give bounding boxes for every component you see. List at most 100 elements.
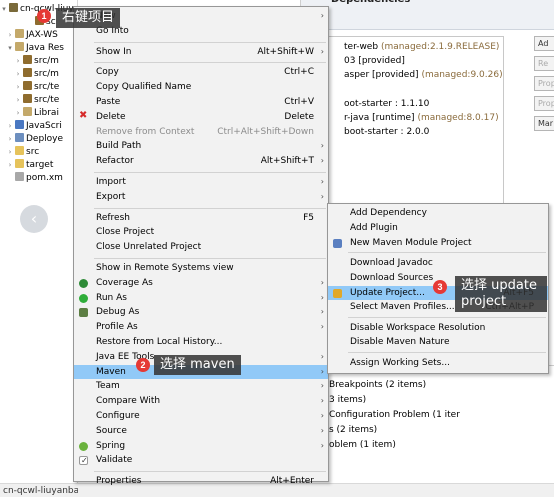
- dependency-button[interactable]: Prop: [534, 96, 554, 111]
- menu-item-add-dependency[interactable]: Add Dependency: [328, 206, 548, 220]
- annotation-badge-3: 3: [433, 280, 447, 294]
- tree-item[interactable]: › JAX-WS: [0, 29, 78, 42]
- problem-item[interactable]: Configuration Problem (1 iter: [329, 408, 460, 423]
- problem-item[interactable]: s (2 items): [329, 423, 377, 438]
- menu-item-spring[interactable]: Spring ›: [74, 439, 328, 453]
- menu-item-refresh[interactable]: Refresh F5: [74, 211, 328, 225]
- dependency-name: ter-web: [344, 42, 379, 52]
- dependency-button[interactable]: Re: [534, 56, 554, 71]
- menu-item-label: Restore from Local History...: [96, 337, 223, 347]
- dependency-item[interactable]: ter-web (managed:2.1.9.RELEASE): [344, 41, 499, 53]
- menu-separator: [94, 207, 326, 209]
- menu-item-copy-qualified-name[interactable]: Copy Qualified Name: [74, 80, 328, 94]
- menu-item-shortcut: Alt+Shift+T: [260, 156, 314, 167]
- menu-item-label: Maven: [96, 366, 126, 377]
- expand-arrow-icon[interactable]: ›: [14, 107, 22, 120]
- menu-item-restore-from-local-history[interactable]: Restore from Local History...: [74, 335, 328, 349]
- menu-item-source[interactable]: Source ›: [74, 424, 328, 438]
- expand-arrow-icon[interactable]: ›: [14, 55, 22, 68]
- tree-item[interactable]: › src: [0, 146, 78, 159]
- menu-item-disable-workspace-resolution[interactable]: Disable Workspace Resolution: [328, 321, 548, 335]
- dependency-button[interactable]: Ad: [534, 36, 554, 51]
- tree-item[interactable]: ▾ Java Res: [0, 42, 78, 55]
- tree-item-label: Librai: [34, 108, 59, 118]
- delete-icon: ✖: [79, 109, 88, 121]
- tree-item[interactable]: › target: [0, 159, 78, 172]
- tree-item-label: src/te: [34, 82, 60, 92]
- dependency-item[interactable]: boot-starter : 2.0.0: [344, 126, 429, 138]
- dependency-managed-version: (managed:8.0.17): [417, 113, 499, 123]
- tree-item-label: src/m: [34, 69, 59, 79]
- expand-arrow-icon[interactable]: ›: [6, 146, 14, 159]
- menu-item-show-in[interactable]: Show In Alt+Shift+W ›: [74, 45, 328, 59]
- menu-item-label: Close Unrelated Project: [96, 242, 202, 253]
- menu-item-shortcut: Delete: [284, 111, 314, 122]
- tree-item[interactable]: › src/m: [0, 68, 78, 81]
- tree-item[interactable]: › src/m: [0, 55, 78, 68]
- menu-item-export[interactable]: Export ›: [74, 190, 328, 204]
- expand-arrow-icon[interactable]: ›: [6, 29, 14, 42]
- menu-item-disable-maven-nature[interactable]: Disable Maven Nature: [328, 335, 548, 349]
- menu-item-label: Update Project...: [350, 287, 425, 298]
- expand-arrow-icon[interactable]: ›: [6, 120, 14, 133]
- menu-item-build-path[interactable]: Build Path ›: [74, 139, 328, 153]
- submenu-arrow-icon: ›: [320, 156, 324, 166]
- menu-item-close-unrelated-project[interactable]: Close Unrelated Project: [74, 240, 328, 254]
- expand-arrow-icon[interactable]: ▾: [0, 3, 8, 16]
- menu-item-refactor[interactable]: Refactor Alt+Shift+T ›: [74, 154, 328, 168]
- expand-arrow-icon[interactable]: ▾: [6, 42, 14, 55]
- menu-item-assign-working-sets[interactable]: Assign Working Sets...: [328, 356, 548, 370]
- back-arrow-icon[interactable]: ‹: [20, 205, 48, 233]
- submenu-arrow-icon: ›: [320, 322, 324, 332]
- menu-item-label: Select Maven Profiles...: [350, 302, 455, 313]
- dependency-item[interactable]: r-java [runtime] (managed:8.0.17): [344, 112, 499, 124]
- menu-item-download-javadoc[interactable]: Download Javadoc: [328, 256, 548, 270]
- tree-item[interactable]: › src/te: [0, 81, 78, 94]
- dependency-button[interactable]: Mar: [534, 116, 554, 131]
- menu-item-compare-with[interactable]: Compare With ›: [74, 394, 328, 408]
- menu-item-configure[interactable]: Configure ›: [74, 409, 328, 423]
- tree-item[interactable]: › Librai: [0, 107, 78, 120]
- expand-arrow-icon[interactable]: ›: [6, 159, 14, 172]
- menu-item-remove-from-context[interactable]: Remove from Context Ctrl+Alt+Shift+Down: [74, 125, 328, 139]
- tree-item[interactable]: › JavaScri: [0, 120, 78, 133]
- dependency-item[interactable]: oot-starter : 1.1.10: [344, 98, 429, 110]
- dependency-button[interactable]: Prop: [534, 76, 554, 91]
- menu-item-new-maven-module-project[interactable]: New Maven Module Project: [328, 236, 548, 250]
- expand-arrow-icon[interactable]: ›: [6, 133, 14, 146]
- menu-item-coverage-as[interactable]: Coverage As ›: [74, 276, 328, 290]
- editor-tab-title[interactable]: Dependencies: [331, 0, 410, 8]
- menu-item-team[interactable]: Team ›: [74, 379, 328, 393]
- tree-item[interactable]: › src/te: [0, 94, 78, 107]
- expand-arrow-icon[interactable]: ›: [14, 81, 22, 94]
- spring-icon: [79, 441, 88, 451]
- menu-item-delete[interactable]: ✖ Delete Delete: [74, 110, 328, 124]
- tree-item[interactable]: › Deploye: [0, 133, 78, 146]
- submenu-arrow-icon: ›: [320, 177, 324, 186]
- menu-item-show-in-remote-systems-view[interactable]: Show in Remote Systems view: [74, 261, 328, 275]
- menu-item-properties[interactable]: Properties Alt+Enter: [74, 474, 328, 488]
- menu-item-add-plugin[interactable]: Add Plugin: [328, 221, 548, 235]
- tree-item-label: target: [26, 160, 54, 170]
- menu-separator: [94, 62, 326, 64]
- menu-item-profile-as[interactable]: Profile As ›: [74, 320, 328, 334]
- menu-item-import[interactable]: Import ›: [74, 175, 328, 189]
- dependency-item[interactable]: asper [provided] (managed:9.0.26): [344, 69, 503, 81]
- dependency-item[interactable]: 03 [provided]: [344, 55, 405, 67]
- expand-arrow-icon[interactable]: ›: [14, 68, 22, 81]
- menu-item-run-as[interactable]: Run As ›: [74, 291, 328, 305]
- expand-arrow-icon[interactable]: ›: [14, 94, 22, 107]
- dependency-name: asper [provided]: [344, 70, 419, 80]
- menu-item-debug-as[interactable]: Debug As ›: [74, 305, 328, 319]
- submenu-arrow-icon: ›: [320, 307, 324, 317]
- js-icon: [15, 120, 24, 129]
- tree-item[interactable]: pom.xm: [0, 172, 78, 185]
- menu-item-paste[interactable]: Paste Ctrl+V: [74, 95, 328, 109]
- problems-view: oblems (2 items)Breakpoints (2 items)3 i…: [301, 365, 554, 483]
- menu-item-validate[interactable]: Validate: [74, 453, 328, 468]
- problem-item[interactable]: 3 items): [329, 393, 366, 408]
- problem-item[interactable]: oblem (1 item): [329, 438, 396, 453]
- menu-item-copy[interactable]: Copy Ctrl+C: [74, 65, 328, 79]
- problem-item[interactable]: Breakpoints (2 items): [329, 378, 426, 393]
- menu-item-close-project[interactable]: Close Project: [74, 225, 328, 239]
